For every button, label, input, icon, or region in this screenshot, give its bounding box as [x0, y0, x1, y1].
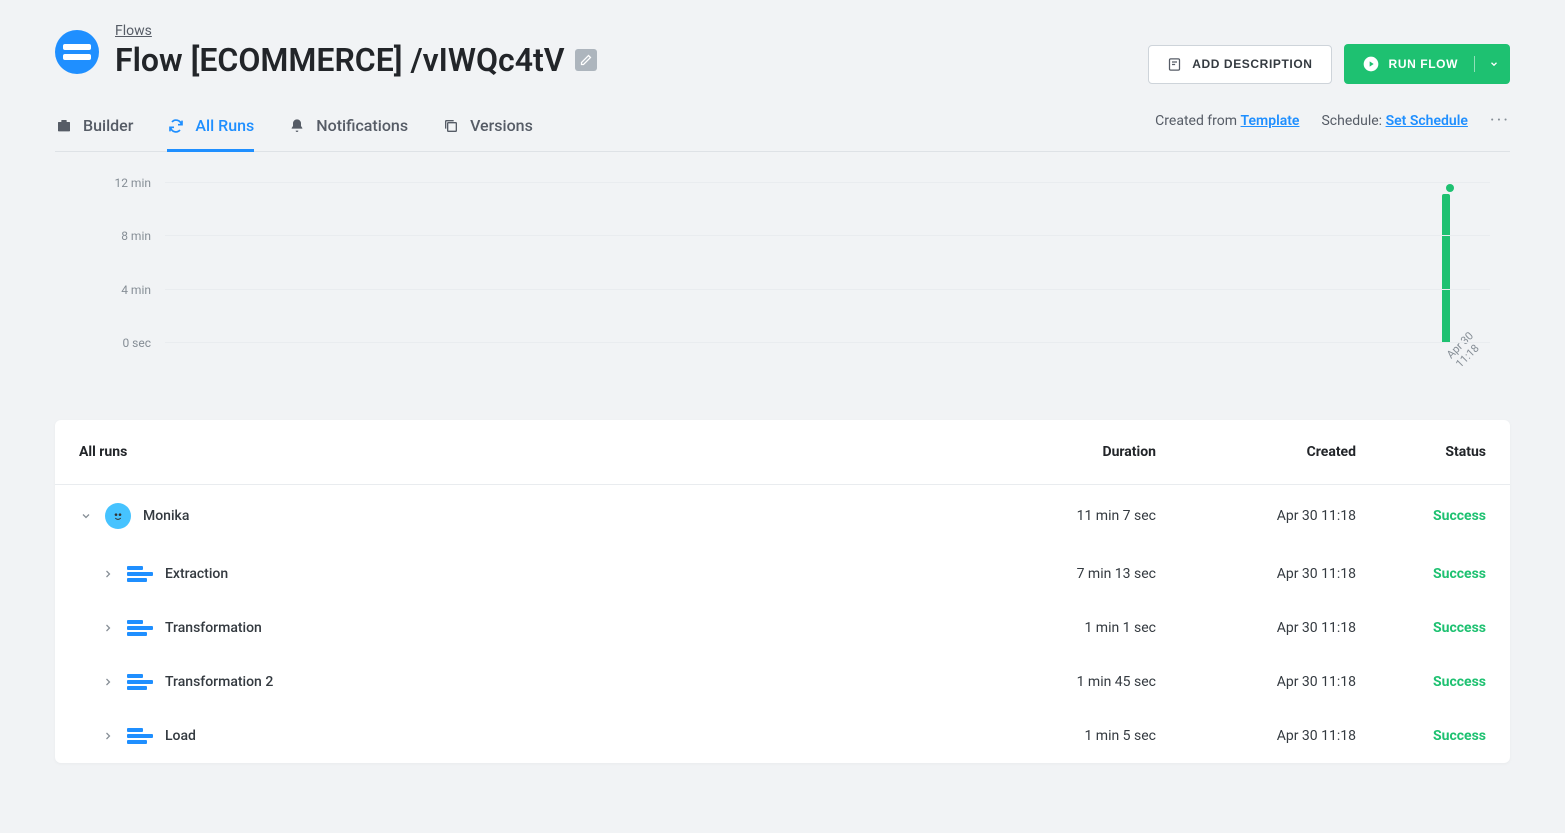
schedule-label: Schedule: Set Schedule	[1321, 113, 1467, 129]
y-tick-label: 4 min	[121, 283, 165, 297]
table-row[interactable]: Load 1 min 5 secApr 30 11:18Success	[55, 709, 1510, 763]
run-created: Apr 30 11:18	[1156, 620, 1356, 636]
gridline: 8 min	[165, 235, 1490, 236]
gridline: 4 min	[165, 289, 1490, 290]
table-row[interactable]: Transformation 1 min 1 secApr 30 11:18Suc…	[55, 601, 1510, 655]
builder-icon	[55, 117, 73, 135]
phase-icon	[127, 565, 153, 583]
run-name: Transformation	[165, 620, 262, 636]
col-header-duration: Duration	[956, 444, 1156, 460]
status-badge: Success	[1356, 728, 1486, 744]
run-duration: 7 min 13 sec	[956, 566, 1156, 582]
created-from-label: Created from Template	[1155, 113, 1299, 129]
phase-icon	[127, 727, 153, 745]
status-badge: Success	[1356, 674, 1486, 690]
y-tick-label: 0 sec	[122, 336, 165, 350]
run-created: Apr 30 11:18	[1156, 508, 1356, 524]
table-row[interactable]: Extraction 7 min 13 secApr 30 11:18Succes…	[55, 547, 1510, 601]
status-badge: Success	[1356, 620, 1486, 636]
chevron-down-icon[interactable]	[79, 510, 93, 522]
tab-all-runs[interactable]: All Runs	[167, 104, 254, 151]
gridline: 0 sec	[165, 342, 1490, 343]
breadcrumb-flows[interactable]: Flows	[115, 23, 152, 39]
col-header-name: All runs	[79, 444, 956, 460]
run-name: Load	[165, 728, 196, 744]
set-schedule-link[interactable]: Set Schedule	[1386, 113, 1468, 129]
status-badge: Success	[1356, 566, 1486, 582]
add-description-button[interactable]: ADD DESCRIPTION	[1148, 45, 1331, 84]
bell-icon	[288, 117, 306, 135]
tab-builder[interactable]: Builder	[55, 104, 133, 151]
col-header-status: Status	[1356, 444, 1486, 460]
edit-title-icon[interactable]	[575, 49, 597, 71]
chevron-right-icon[interactable]	[101, 622, 115, 634]
chevron-right-icon[interactable]	[101, 730, 115, 742]
chevron-right-icon[interactable]	[101, 676, 115, 688]
run-name: Monika	[143, 508, 189, 524]
run-duration: 1 min 5 sec	[956, 728, 1156, 744]
run-created: Apr 30 11:18	[1156, 674, 1356, 690]
chart-point	[1446, 184, 1454, 192]
play-icon	[1363, 56, 1379, 72]
template-link[interactable]: Template	[1241, 113, 1300, 129]
app-logo	[55, 30, 99, 74]
chevron-right-icon[interactable]	[101, 568, 115, 580]
tab-notifications[interactable]: Notifications	[288, 104, 408, 151]
page-title: Flow [ECOMMERCE] /vIWQc4tV	[115, 41, 565, 79]
phase-icon	[127, 619, 153, 637]
chevron-down-icon	[1489, 59, 1499, 69]
run-flow-button[interactable]: RUN FLOW	[1344, 44, 1510, 84]
phase-icon	[127, 673, 153, 691]
avatar	[105, 503, 131, 529]
run-name: Extraction	[165, 566, 228, 582]
col-header-created: Created	[1156, 444, 1356, 460]
runs-chart: Apr 3011:18 0 sec4 min8 min12 min	[55, 182, 1510, 382]
chart-bar[interactable]	[1442, 194, 1450, 342]
refresh-icon	[167, 117, 185, 135]
y-tick-label: 8 min	[121, 229, 165, 243]
versions-icon	[442, 117, 460, 135]
run-duration: 11 min 7 sec	[956, 508, 1156, 524]
run-duration: 1 min 1 sec	[956, 620, 1156, 636]
run-duration: 1 min 45 sec	[956, 674, 1156, 690]
table-row[interactable]: Transformation 2 1 min 45 secApr 30 11:18…	[55, 655, 1510, 709]
run-name: Transformation 2	[165, 674, 273, 690]
table-row[interactable]: Monika 11 min 7 secApr 30 11:18Success	[55, 485, 1510, 547]
run-created: Apr 30 11:18	[1156, 728, 1356, 744]
status-badge: Success	[1356, 508, 1486, 524]
tab-versions[interactable]: Versions	[442, 104, 533, 151]
gridline: 12 min	[165, 182, 1490, 183]
more-menu-icon[interactable]: ···	[1490, 110, 1510, 131]
y-tick-label: 12 min	[114, 176, 165, 190]
run-created: Apr 30 11:18	[1156, 566, 1356, 582]
note-icon	[1167, 57, 1182, 72]
